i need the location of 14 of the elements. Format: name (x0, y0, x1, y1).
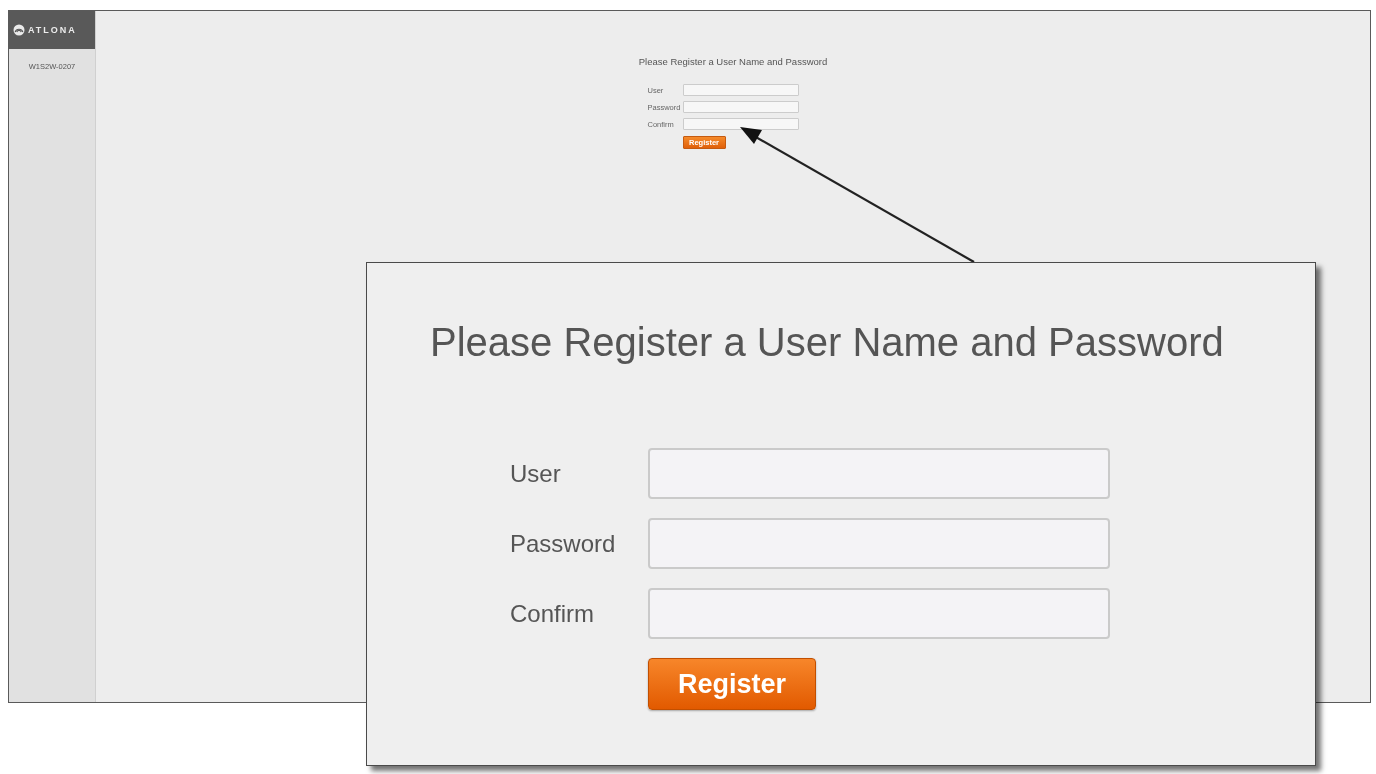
input-field[interactable] (648, 448, 1110, 499)
field-label: User (510, 459, 561, 488)
input-field[interactable] (648, 588, 1110, 639)
input-field[interactable] (682, 101, 799, 113)
input-field[interactable] (682, 84, 799, 96)
field-label: Password (510, 529, 616, 558)
input-field[interactable] (682, 118, 799, 130)
register-button[interactable]: Register (648, 658, 816, 710)
field-label: Confirm (510, 599, 594, 628)
page-heading: Please Register a User Name and Password (430, 319, 1224, 365)
input-field[interactable] (648, 518, 1110, 569)
logo-mark-icon (13, 24, 25, 36)
logo-text: ATLONA (28, 25, 77, 35)
page-heading: Please Register a User Name and Password (638, 56, 828, 67)
